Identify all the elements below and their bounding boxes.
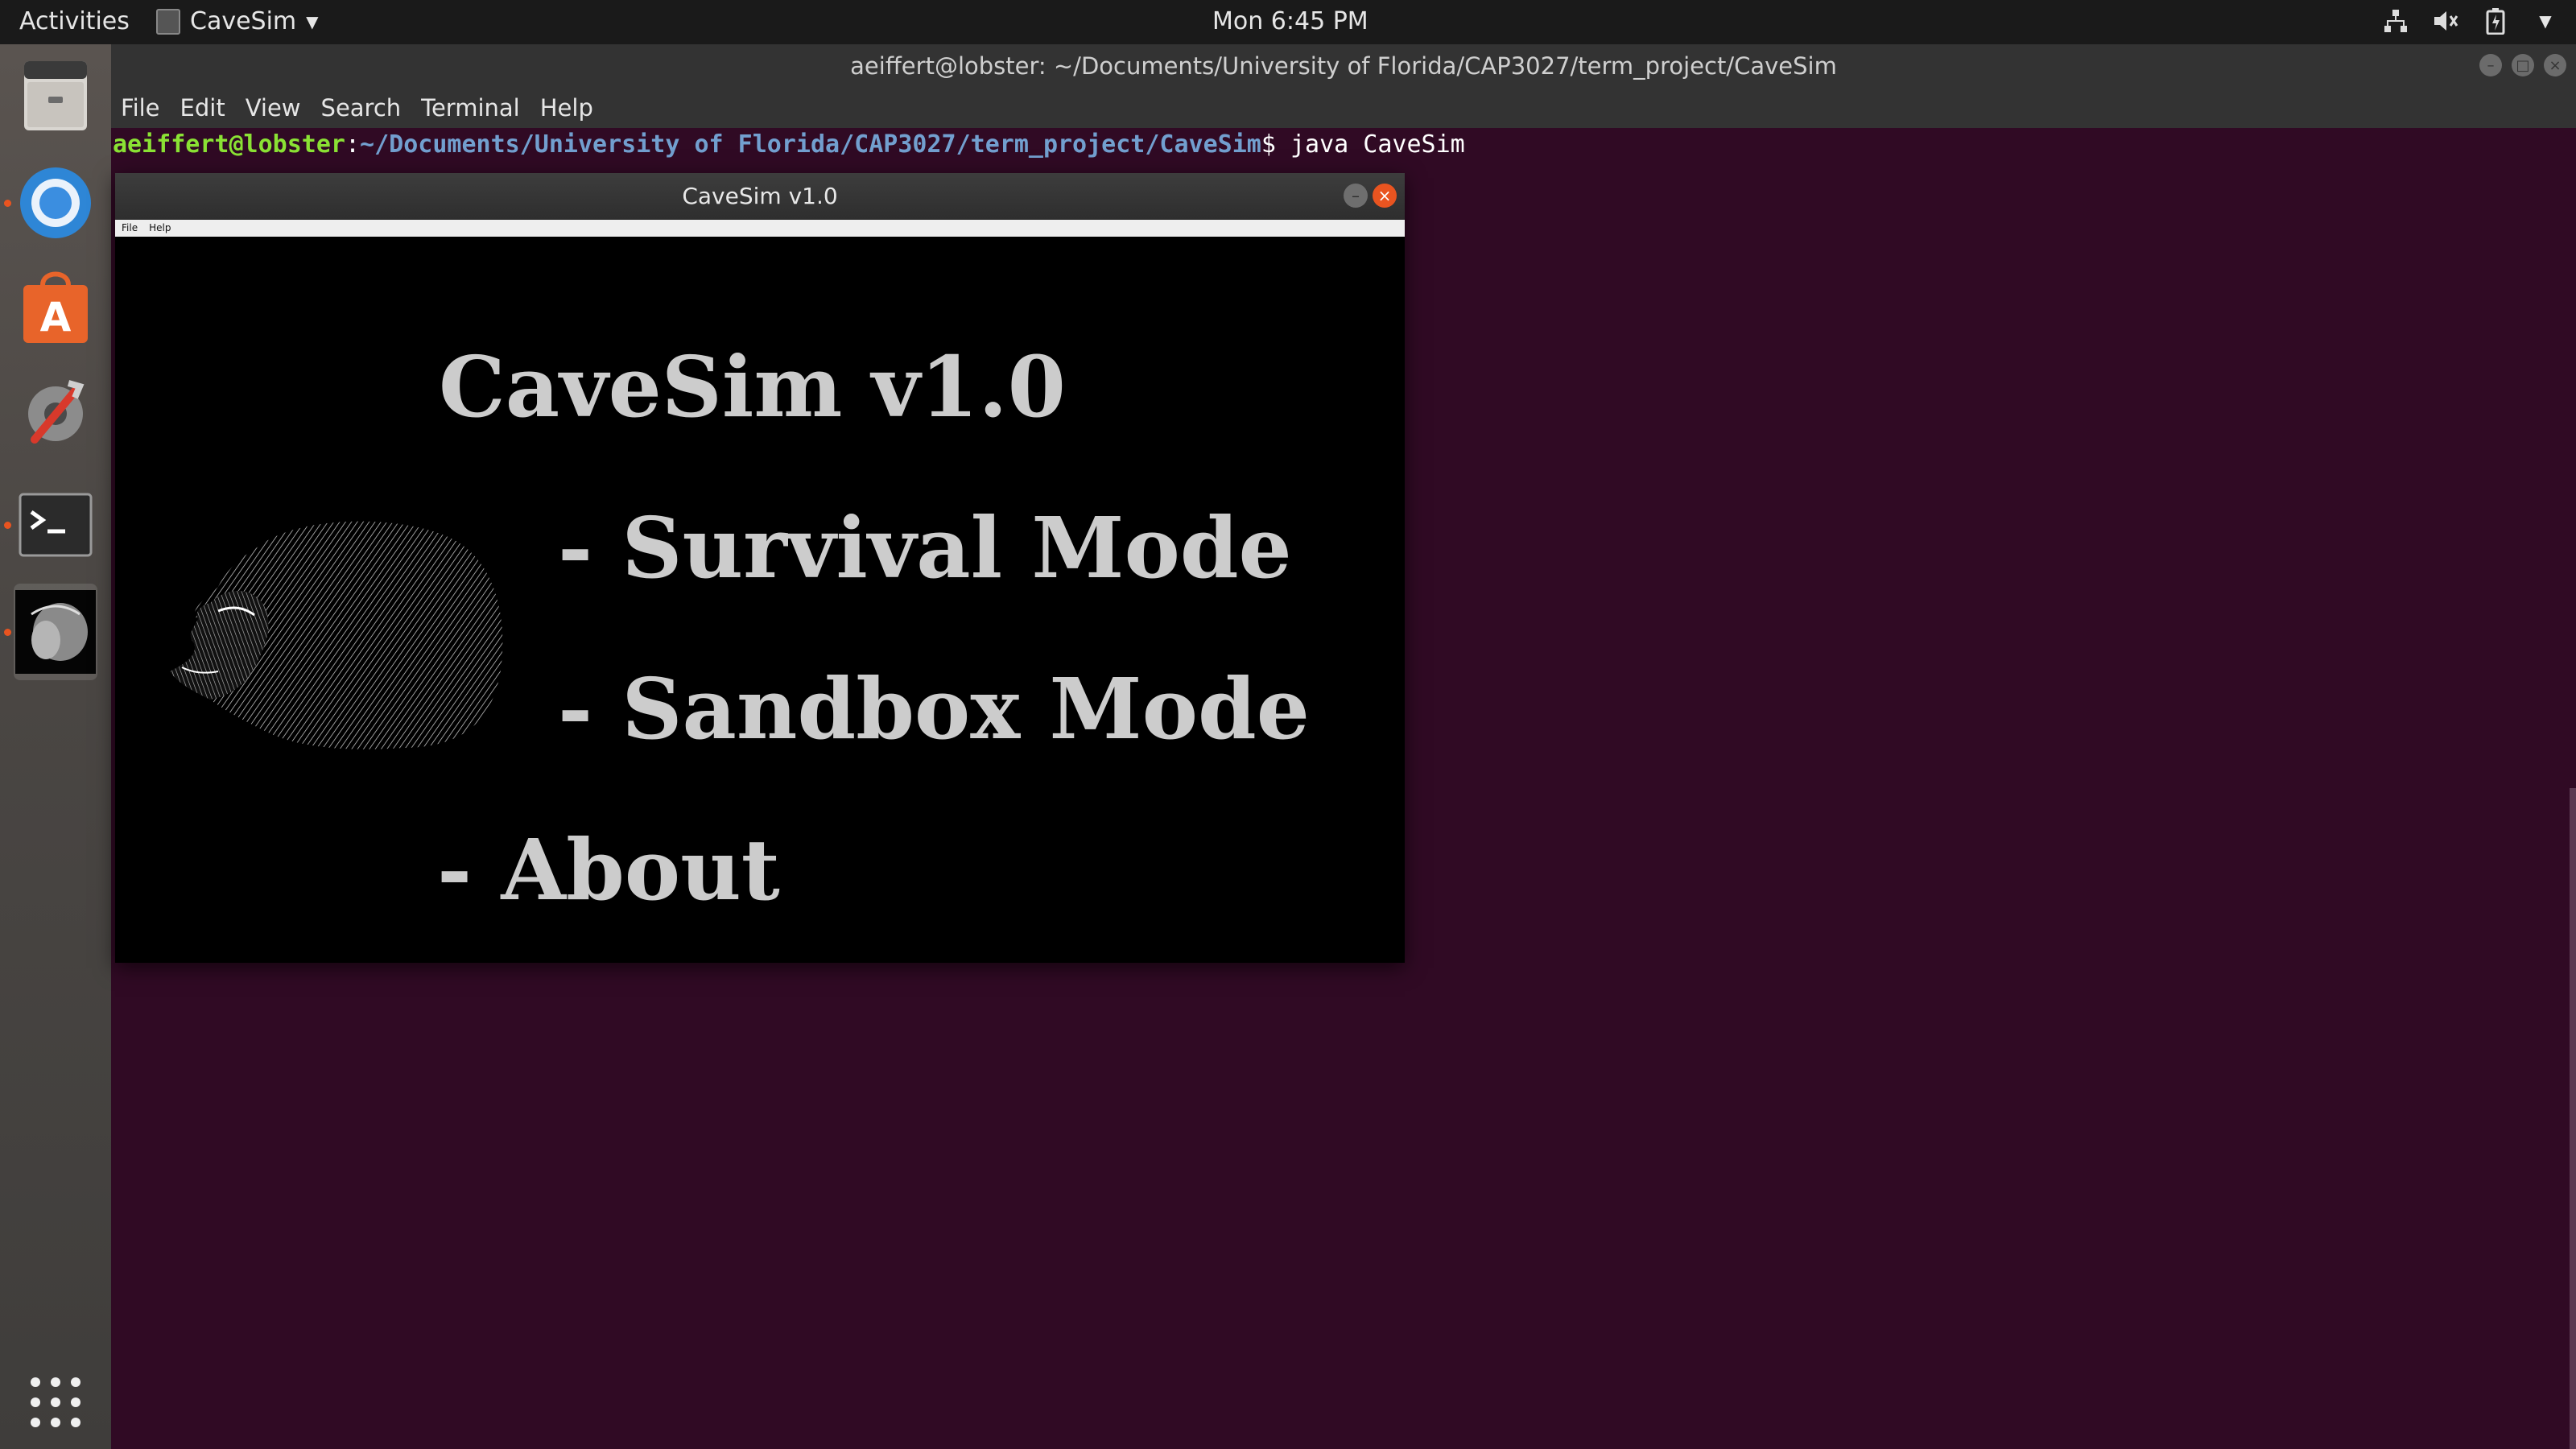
app-menu-label: CaveSim — [190, 7, 297, 35]
running-indicator — [4, 629, 11, 636]
menu-file[interactable]: File — [121, 94, 160, 122]
cavesim-menu-file[interactable]: File — [122, 222, 138, 233]
cavesim-window-controls: – × — [1344, 184, 1397, 208]
chevron-down-icon: ▼ — [306, 11, 319, 31]
caveman-icon — [15, 590, 96, 674]
caveman-head-image — [170, 521, 503, 749]
close-button[interactable]: × — [1373, 184, 1397, 208]
cavesim-titlebar[interactable]: CaveSim v1.0 – × — [115, 173, 1405, 220]
terminal-menubar: File Edit View Search Terminal Help — [111, 90, 2576, 128]
dock-item-chromium[interactable] — [4, 161, 97, 245]
terminal-prompt-line: aeiffert@lobster:~/Documents/University … — [113, 128, 1465, 162]
menu-edit[interactable]: Edit — [180, 94, 225, 122]
terminal-window-title: aeiffert@lobster: ~/Documents/University… — [850, 52, 1837, 80]
battery-icon[interactable] — [2481, 6, 2510, 35]
settings-tools-icon — [28, 380, 85, 444]
chevron-down-icon[interactable]: ▼ — [2531, 6, 2560, 35]
volume-icon[interactable] — [2431, 6, 2460, 35]
dock-item-cavesim[interactable] — [4, 584, 97, 680]
dock-item-terminal[interactable] — [4, 483, 97, 567]
dock: A — [0, 44, 112, 1449]
close-button[interactable]: × — [2544, 54, 2566, 76]
menu-help[interactable]: Help — [540, 94, 593, 122]
app-grid-icon — [31, 1377, 80, 1427]
terminal-command: java CaveSim — [1290, 130, 1465, 159]
prompt-symbol: $ — [1261, 130, 1290, 159]
minimize-button[interactable]: – — [1344, 184, 1368, 208]
svg-text:A: A — [40, 294, 72, 341]
dock-item-apps-grid[interactable] — [14, 1360, 97, 1444]
dock-item-settings[interactable] — [14, 370, 97, 454]
terminal-scrollbar[interactable] — [2570, 788, 2576, 1449]
prompt-path: ~/Documents/University of Florida/CAP302… — [360, 130, 1261, 159]
minimize-button[interactable]: – — [2479, 54, 2502, 76]
cavesim-menubar: File Help — [115, 220, 1405, 237]
terminal-icon — [19, 493, 93, 557]
menu-terminal[interactable]: Terminal — [421, 94, 520, 122]
menu-search[interactable]: Search — [321, 94, 402, 122]
window-controls: – □ × — [2479, 54, 2566, 76]
prompt-user: aeiffert@lobster — [113, 130, 345, 159]
software-center-icon: A — [23, 271, 88, 343]
cavesim-window-title: CaveSim v1.0 — [682, 183, 838, 209]
file-cabinet-icon — [24, 61, 87, 130]
app-menu[interactable]: CaveSim ▼ — [156, 7, 319, 35]
chromium-icon — [20, 167, 91, 238]
prompt-separator: : — [345, 130, 361, 159]
sandbox-mode-option[interactable]: - Sandbox Mode — [558, 659, 1310, 758]
activities-button[interactable]: Activities — [19, 7, 130, 35]
dock-item-software[interactable]: A — [14, 266, 97, 349]
menu-view[interactable]: View — [246, 94, 301, 122]
cavesim-app-icon — [156, 8, 180, 35]
cavesim-window: CaveSim v1.0 – × File Help CaveSim v1.0 … — [115, 173, 1405, 963]
running-indicator — [4, 522, 11, 529]
top-bar: Activities CaveSim ▼ Mon 6:45 PM ▼ — [0, 0, 2576, 44]
running-indicator — [4, 200, 11, 207]
cavesim-heading: CaveSim v1.0 — [439, 337, 1066, 436]
network-icon[interactable] — [2381, 6, 2410, 35]
about-option[interactable]: - About — [437, 820, 780, 919]
cavesim-menu-help[interactable]: Help — [149, 222, 171, 233]
maximize-button[interactable]: □ — [2512, 54, 2534, 76]
dock-item-files[interactable] — [14, 54, 97, 138]
cavesim-main-menu: CaveSim v1.0 - Survival Mode - Sandbox M… — [115, 237, 1405, 963]
terminal-titlebar[interactable]: aeiffert@lobster: ~/Documents/University… — [111, 44, 2576, 90]
clock[interactable]: Mon 6:45 PM — [1212, 7, 1368, 35]
system-tray[interactable]: ▼ — [2381, 6, 2560, 35]
survival-mode-option[interactable]: - Survival Mode — [558, 498, 1292, 597]
